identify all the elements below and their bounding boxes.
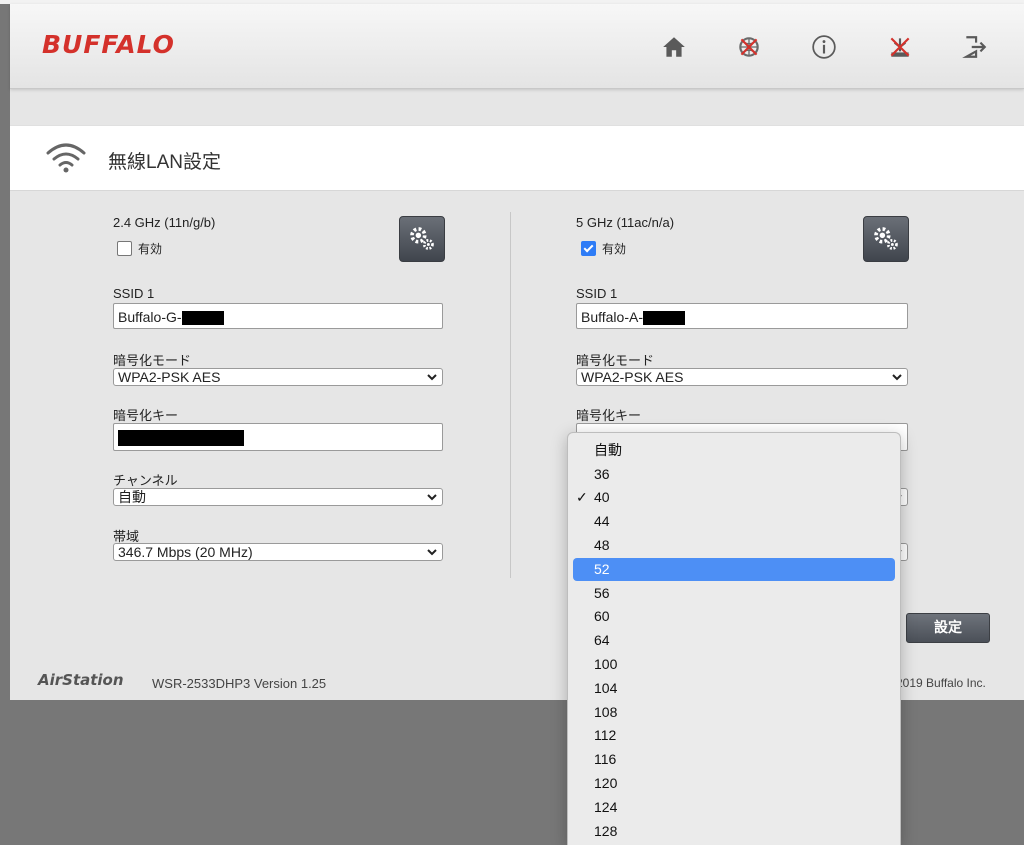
band-5ghz-ssid-input[interactable]: Buffalo-A- (576, 303, 908, 329)
channel-option-label: 60 (594, 608, 610, 624)
band-24ghz-channel-label: チャンネル (113, 473, 178, 488)
redaction-box (181, 311, 224, 326)
channel-option[interactable]: 124 (573, 796, 895, 819)
footer-model-version: WSR-2533DHP3 Version 1.25 (152, 676, 327, 691)
channel-option[interactable]: 48 (573, 534, 895, 557)
antenna-disabled-icon[interactable] (885, 32, 915, 62)
band-5ghz-enable[interactable]: 有効 (581, 240, 626, 257)
channel-option[interactable]: 112 (573, 724, 895, 747)
airstation-logo: AirStation (38, 671, 124, 689)
page-title: 無線LAN設定 (108, 152, 221, 173)
band-5ghz-security-select[interactable]: WPA2-PSK AES (576, 368, 908, 386)
band-5ghz-key-label: 暗号化キー (576, 408, 642, 423)
footer-copyright: 2019 Buffalo Inc. (896, 676, 986, 690)
channel-option-label: 124 (594, 799, 618, 815)
apply-settings-button[interactable]: 設定 (906, 613, 990, 643)
band-24ghz-security-label: 暗号化モード (113, 353, 192, 368)
channel-option-label: 100 (594, 656, 618, 672)
redaction-box (118, 430, 244, 447)
channel-option[interactable]: 120 (573, 772, 895, 795)
redaction-box (643, 311, 685, 326)
band-24ghz-security-select[interactable]: WPA2-PSK AES (113, 368, 443, 386)
channel-option[interactable]: 60 (573, 605, 895, 628)
band-5ghz-ssid-label: SSID 1 (576, 286, 618, 301)
buffalo-logo[interactable]: BUFFALO (42, 30, 175, 59)
channel-option[interactable]: 108 (573, 701, 895, 724)
chevron-down-icon (892, 374, 902, 381)
band-24ghz-channel-select[interactable]: 自動 (113, 488, 443, 506)
channel-option-label: 52 (594, 561, 610, 577)
band-5ghz-security-label: 暗号化モード (576, 353, 655, 368)
channel-option-label: 104 (594, 680, 618, 696)
band-5ghz-title: 5 GHz (11ac/n/a) (576, 215, 675, 230)
channel-option-label: 36 (594, 466, 610, 482)
channel-option[interactable]: 36 (573, 463, 895, 486)
page-title-bar: 無線LAN設定 (10, 125, 1024, 191)
band-24ghz-ssid-input[interactable]: Buffalo-G- (113, 303, 443, 329)
info-icon[interactable] (809, 32, 839, 62)
gears-icon (874, 227, 898, 250)
band-24ghz-ssid-value: Buffalo-G- (118, 309, 182, 325)
channel-option-label: 64 (594, 632, 610, 648)
band-24ghz-advanced-settings-button[interactable] (399, 216, 445, 262)
column-divider (510, 212, 511, 578)
channel-option[interactable]: 64 (573, 629, 895, 652)
channel-option[interactable]: 自動 (573, 439, 895, 462)
chevron-down-icon (427, 374, 437, 381)
gears-icon (410, 227, 434, 250)
channel-option-label: 56 (594, 585, 610, 601)
band-5ghz-security-value: WPA2-PSK AES (581, 369, 684, 385)
header-bar: BUFFALO (10, 4, 1024, 89)
home-icon[interactable] (659, 32, 689, 62)
channel-option-label: 自動 (594, 442, 622, 458)
chevron-down-icon (427, 494, 437, 501)
channel-option[interactable]: 56 (573, 582, 895, 605)
network-disabled-icon[interactable] (734, 32, 764, 62)
channel-option-highlighted[interactable]: 52 (573, 558, 895, 581)
channel-option[interactable]: 44 (573, 510, 895, 533)
channel-dropdown-menu[interactable]: 自動 36 ✓ 40 44 48 52 56 60 64 100 104 108 … (567, 432, 901, 845)
channel-option[interactable]: 116 (573, 748, 895, 771)
channel-option-label: 48 (594, 537, 610, 553)
band-24ghz-title: 2.4 GHz (11n/g/b) (113, 215, 216, 230)
band-24ghz-key-input[interactable] (113, 423, 443, 451)
checkmark-icon: ✓ (576, 489, 588, 505)
channel-option-selected[interactable]: ✓ 40 (573, 486, 895, 509)
band-24ghz-bandwidth-select[interactable]: 346.7 Mbps (20 MHz) (113, 543, 443, 561)
band-24ghz-enable-checkbox[interactable] (117, 241, 132, 256)
channel-option-label: 120 (594, 775, 618, 791)
band-24ghz-security-value: WPA2-PSK AES (118, 369, 221, 385)
channel-option-label: 128 (594, 823, 618, 839)
band-24ghz-key-label: 暗号化キー (113, 408, 179, 423)
channel-option-label: 116 (594, 751, 617, 767)
channel-option[interactable]: 128 (573, 820, 895, 843)
channel-option-label: 112 (594, 727, 617, 743)
channel-option-label: 40 (594, 489, 610, 505)
band-5ghz-enable-checkbox[interactable] (581, 241, 596, 256)
channel-option[interactable]: 100 (573, 653, 895, 676)
band-24ghz-ssid-label: SSID 1 (113, 286, 155, 301)
band-5ghz-advanced-settings-button[interactable] (863, 216, 909, 262)
channel-option[interactable]: 104 (573, 677, 895, 700)
band-24ghz-enable-label: 有効 (138, 242, 163, 256)
channel-option-label: 108 (594, 704, 618, 720)
channel-option-label: 44 (594, 513, 610, 529)
band-24ghz-channel-value: 自動 (118, 489, 146, 505)
band-24ghz-enable[interactable]: 有効 (117, 240, 162, 257)
band-5ghz-enable-label: 有効 (602, 242, 627, 256)
logout-icon[interactable] (960, 32, 990, 62)
wifi-icon (46, 143, 86, 173)
band-5ghz-ssid-value: Buffalo-A- (581, 309, 643, 325)
chevron-down-icon (427, 549, 437, 556)
band-24ghz-bandwidth-value: 346.7 Mbps (20 MHz) (118, 544, 253, 560)
